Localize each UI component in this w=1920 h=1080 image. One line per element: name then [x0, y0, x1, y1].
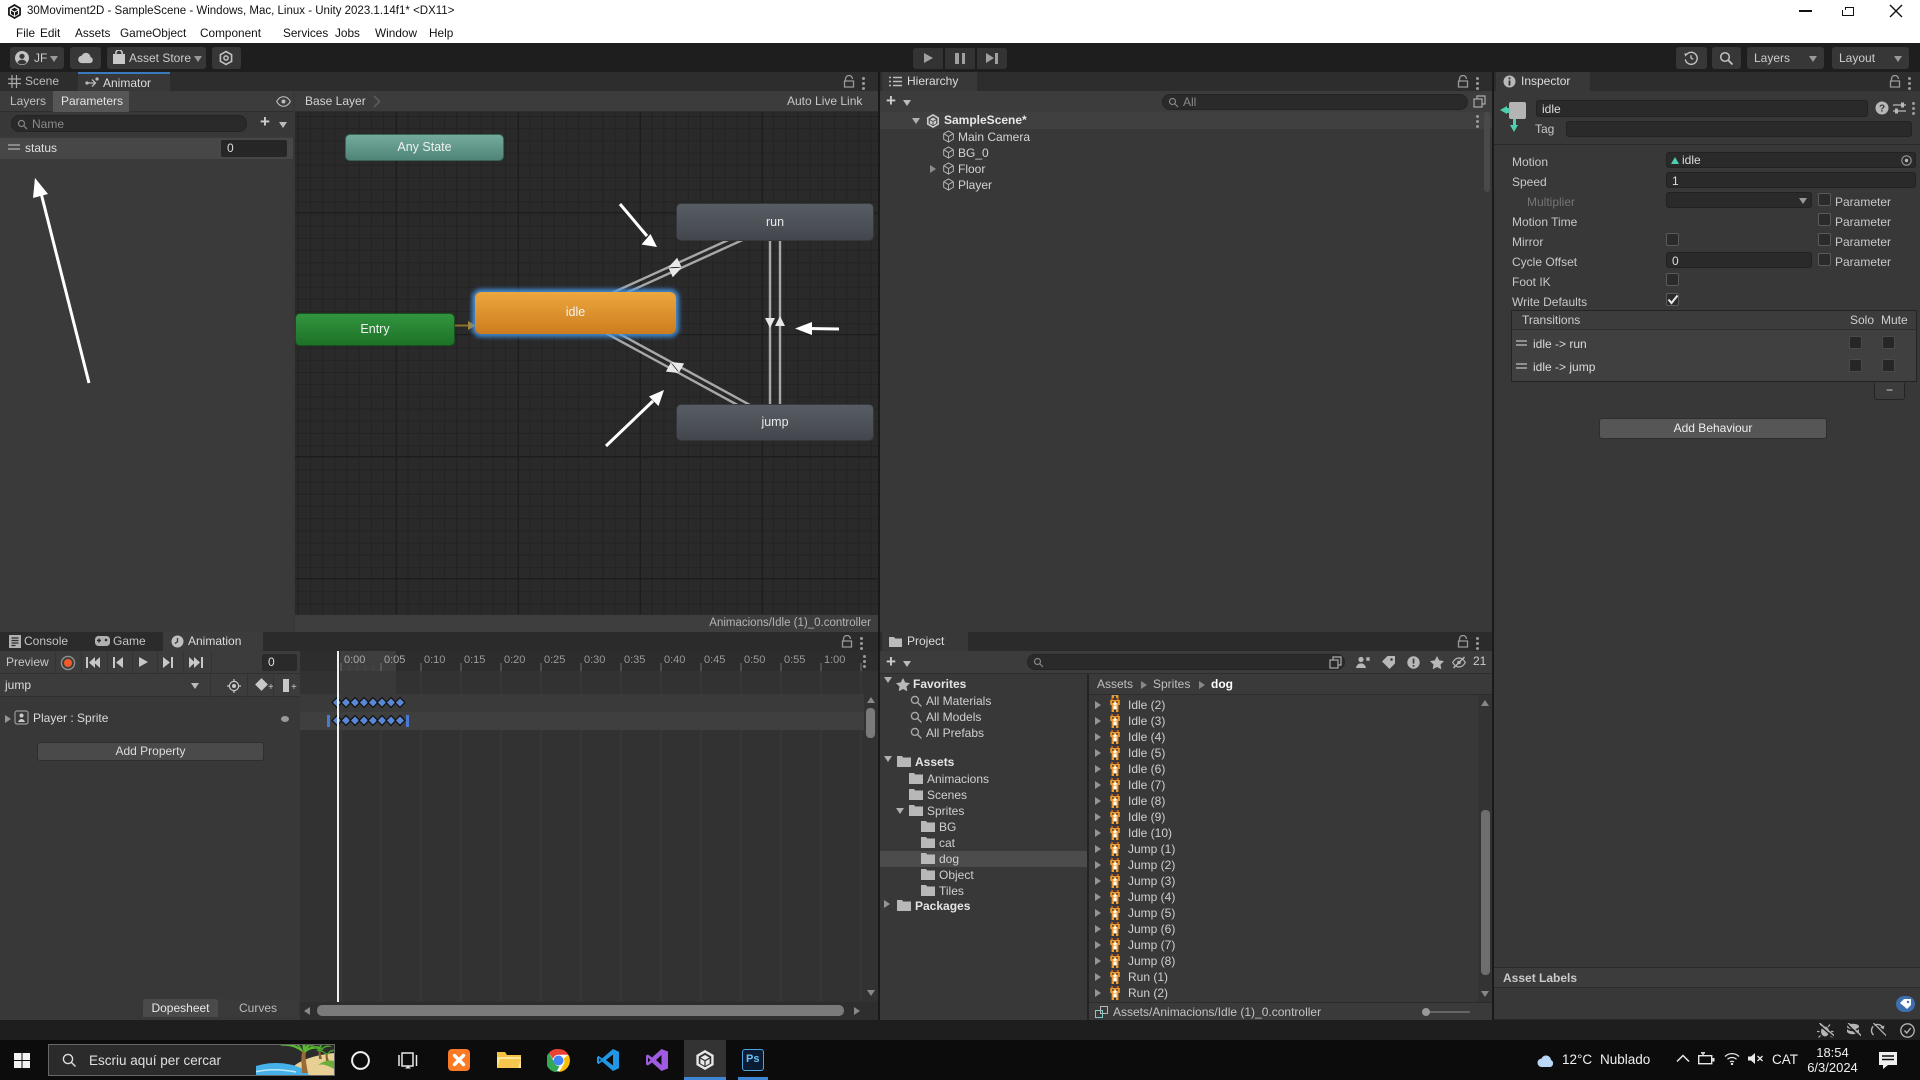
svg-text:?: ? — [1879, 104, 1885, 115]
